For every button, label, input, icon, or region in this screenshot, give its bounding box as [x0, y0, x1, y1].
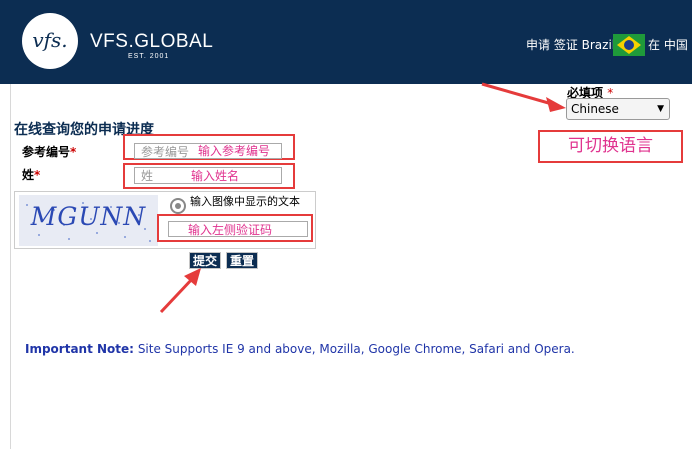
important-note-label: Important Note: [25, 342, 134, 356]
arrow-to-language-head [546, 97, 566, 112]
important-note: Important Note: Site Supports IE 9 and a… [25, 342, 575, 356]
annotation-arrows [159, 82, 566, 314]
important-note-text: Site Supports IE 9 and above, Mozilla, G… [137, 342, 575, 356]
arrow-to-submit-line [159, 276, 195, 314]
arrow-to-language-line [481, 82, 553, 106]
